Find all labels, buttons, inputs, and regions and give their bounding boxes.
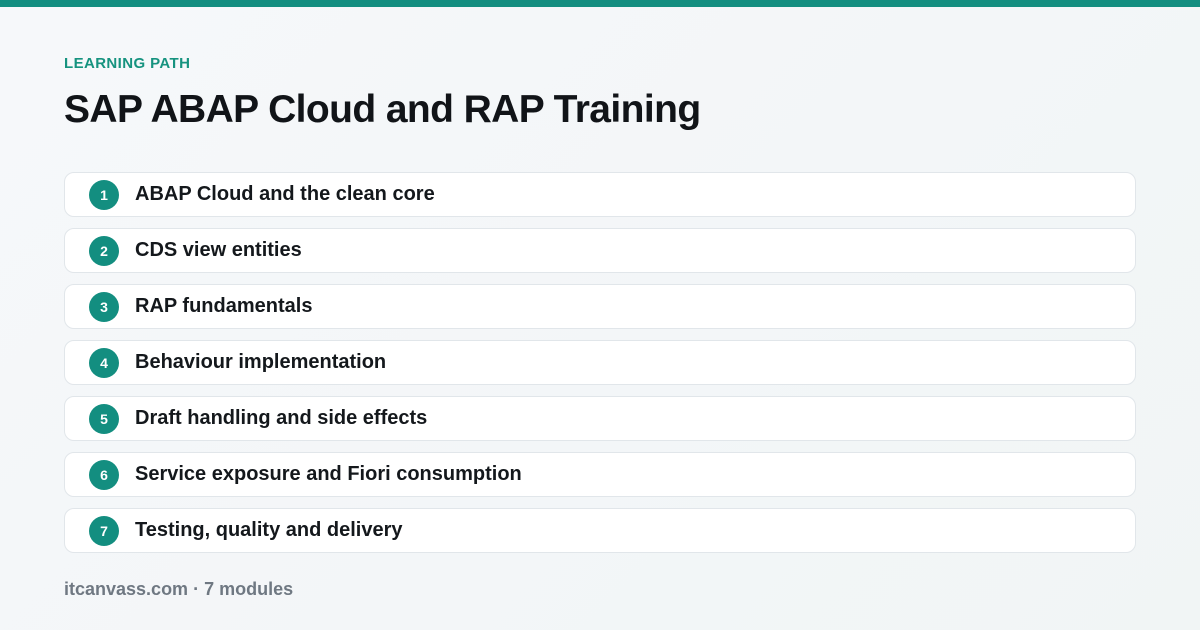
module-item-7[interactable]: 7 Testing, quality and delivery bbox=[64, 508, 1136, 553]
module-item-2[interactable]: 2 CDS view entities bbox=[64, 228, 1136, 273]
module-number-badge: 1 bbox=[89, 179, 119, 210]
footer-caption: itcanvass.com · 7 modules bbox=[64, 579, 294, 599]
page-title: SAP ABAP Cloud and RAP Training bbox=[64, 88, 701, 131]
module-title: Behaviour implementation bbox=[135, 351, 387, 373]
module-number-badge: 4 bbox=[89, 347, 119, 378]
module-number-badge: 7 bbox=[89, 515, 119, 546]
module-item-3[interactable]: 3 RAP fundamentals bbox=[64, 284, 1136, 329]
module-number-badge: 3 bbox=[89, 291, 119, 322]
module-title: RAP fundamentals bbox=[135, 295, 313, 317]
eyebrow-label: LEARNING PATH bbox=[64, 55, 191, 72]
module-list: 1 ABAP Cloud and the clean core 2 CDS vi… bbox=[64, 172, 1136, 564]
module-item-6[interactable]: 6 Service exposure and Fiori consumption bbox=[64, 452, 1136, 497]
module-number-badge: 6 bbox=[89, 459, 119, 490]
module-item-1[interactable]: 1 ABAP Cloud and the clean core bbox=[64, 172, 1136, 217]
module-number-badge: 5 bbox=[89, 403, 119, 434]
module-title: Testing, quality and delivery bbox=[135, 519, 403, 541]
accent-top-bar bbox=[0, 0, 1200, 7]
module-title: CDS view entities bbox=[135, 239, 302, 261]
module-number-badge: 2 bbox=[89, 235, 119, 266]
module-title: Draft handling and side effects bbox=[135, 407, 428, 429]
module-title: ABAP Cloud and the clean core bbox=[135, 183, 435, 205]
module-item-5[interactable]: 5 Draft handling and side effects bbox=[64, 396, 1136, 441]
module-title: Service exposure and Fiori consumption bbox=[135, 463, 522, 485]
module-item-4[interactable]: 4 Behaviour implementation bbox=[64, 340, 1136, 385]
